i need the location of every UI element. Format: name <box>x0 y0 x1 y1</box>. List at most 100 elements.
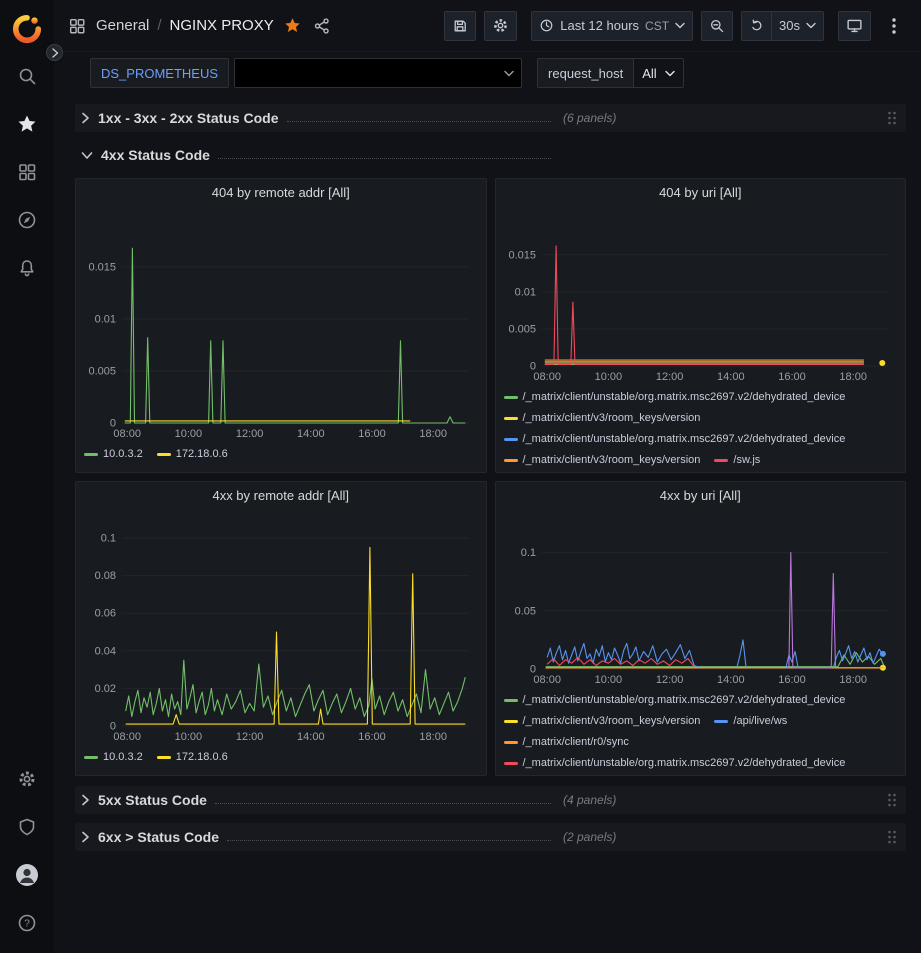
sidebar-item-server-admin[interactable] <box>0 803 54 851</box>
row-title: 1xx - 3xx - 2xx Status Code <box>98 110 279 126</box>
svg-text:0.005: 0.005 <box>508 323 536 335</box>
panel-title[interactable]: 4xx by uri [All] <box>504 482 898 510</box>
drag-handle-icon[interactable] <box>884 827 900 847</box>
drag-handle-icon[interactable] <box>884 790 900 810</box>
legend-item[interactable]: /_matrix/client/unstable/org.matrix.msc2… <box>504 388 846 406</box>
star-icon <box>17 114 37 134</box>
monitor-icon <box>846 17 863 34</box>
time-range-label: Last 12 hours <box>560 18 639 33</box>
topbar-actions: Last 12 hours CST 30s <box>436 11 909 41</box>
legend-series-color <box>714 459 728 462</box>
svg-text:16:00: 16:00 <box>778 371 806 383</box>
legend-item[interactable]: /_matrix/client/r0/sync <box>504 733 629 751</box>
datasource-variable-link[interactable]: DS_PROMETHEUS <box>90 58 229 88</box>
svg-text:08:00: 08:00 <box>533 674 561 686</box>
grafana-logo-icon[interactable] <box>12 6 42 52</box>
kebab-menu-icon[interactable] <box>879 11 909 41</box>
dashboards-grid-icon <box>17 162 37 182</box>
sidebar-item-dashboards[interactable] <box>0 148 54 196</box>
time-range-picker[interactable]: Last 12 hours CST <box>531 11 693 41</box>
drag-handle-icon[interactable] <box>884 108 900 128</box>
share-icon[interactable] <box>313 17 331 35</box>
chevron-right-icon <box>81 112 90 124</box>
panel-title[interactable]: 404 by remote addr [All] <box>84 179 478 207</box>
request-host-variable-dropdown[interactable]: All <box>633 58 683 88</box>
svg-text:08:00: 08:00 <box>533 371 561 383</box>
legend-series-color <box>504 741 518 744</box>
save-icon <box>452 18 468 34</box>
sidebar-item-starred[interactable] <box>0 100 54 148</box>
favorite-star-icon[interactable] <box>284 17 301 34</box>
svg-text:0.02: 0.02 <box>95 683 116 695</box>
apps-grid-icon[interactable] <box>68 17 86 35</box>
panel-grid: 404 by remote addr [All] 00.0050.010.015… <box>75 178 906 776</box>
row-header-1xx[interactable]: 1xx - 3xx - 2xx Status Code (6 panels) <box>75 104 906 132</box>
legend-item[interactable]: /_matrix/client/v3/room_keys/version <box>504 712 701 730</box>
legend-series-name: /_matrix/client/v3/room_keys/version <box>523 712 701 730</box>
legend-item[interactable]: 10.0.3.2 <box>84 748 143 766</box>
legend-item[interactable]: /_matrix/client/unstable/org.matrix.msc2… <box>504 754 846 772</box>
timeseries-chart[interactable]: 00.0050.010.01508:0010:0012:0014:0016:00… <box>84 209 479 441</box>
refresh-button[interactable] <box>741 11 772 41</box>
svg-text:0.015: 0.015 <box>88 261 116 273</box>
legend-item[interactable]: 172.18.0.6 <box>157 748 228 766</box>
legend-series-color <box>504 762 518 765</box>
row-panel-count: (6 panels) <box>563 111 616 125</box>
svg-text:18:00: 18:00 <box>839 371 867 383</box>
svg-text:12:00: 12:00 <box>236 731 264 743</box>
timeseries-chart[interactable]: 00.0050.010.01508:0010:0012:0014:0016:00… <box>504 209 899 384</box>
cycle-view-button[interactable] <box>838 11 871 41</box>
chevron-right-icon <box>81 831 90 843</box>
panel-legend: 10.0.3.2 172.18.0.6 <box>84 441 478 463</box>
legend-series-color <box>714 720 728 723</box>
row-header-5xx[interactable]: 5xx Status Code (4 panels) <box>75 786 906 814</box>
panel-legend: /_matrix/client/unstable/org.matrix.msc2… <box>504 384 898 469</box>
sidebar-item-search[interactable] <box>0 52 54 100</box>
legend-item[interactable]: /_matrix/client/v3/room_keys/version <box>504 409 701 427</box>
zoom-out-icon <box>709 18 725 34</box>
datasource-variable-value-dropdown[interactable] <box>234 58 522 88</box>
sidebar-item-alerting[interactable] <box>0 244 54 292</box>
legend-item[interactable]: /_matrix/client/unstable/org.matrix.msc2… <box>504 430 846 448</box>
legend-series-color <box>84 756 98 759</box>
refresh-interval-dropdown[interactable]: 30s <box>771 11 824 41</box>
legend-item[interactable]: 10.0.3.2 <box>84 445 143 463</box>
sidebar-item-help[interactable]: ? <box>0 899 54 947</box>
svg-text:14:00: 14:00 <box>297 731 325 743</box>
row-title: 5xx Status Code <box>98 792 207 808</box>
dashboard-title[interactable]: NGINX PROXY <box>170 17 274 34</box>
svg-text:10:00: 10:00 <box>594 674 622 686</box>
timeseries-chart[interactable]: 00.050.108:0010:0012:0014:0016:0018:00 <box>504 512 899 687</box>
legend-series-name: /_matrix/client/r0/sync <box>523 733 629 751</box>
dashboard-settings-button[interactable] <box>484 11 517 41</box>
chevron-down-icon <box>806 22 816 29</box>
sidebar-item-explore[interactable] <box>0 196 54 244</box>
panel-legend: /_matrix/client/unstable/org.matrix.msc2… <box>504 687 898 772</box>
svg-text:10:00: 10:00 <box>175 731 203 743</box>
legend-item[interactable]: /sw.js <box>714 451 760 469</box>
legend-series-name: /_matrix/client/unstable/org.matrix.msc2… <box>523 430 846 448</box>
zoom-out-button[interactable] <box>701 11 733 41</box>
legend-item[interactable]: 172.18.0.6 <box>157 445 228 463</box>
user-avatar[interactable] <box>0 851 54 899</box>
sidebar-collapse-button[interactable] <box>46 44 63 61</box>
redacted-variable-value <box>235 59 497 87</box>
breadcrumb-separator: / <box>157 17 161 34</box>
legend-item[interactable]: /_matrix/client/unstable/org.matrix.msc2… <box>504 691 846 709</box>
breadcrumb: General / NGINX PROXY <box>96 17 274 34</box>
legend-item[interactable]: /api/live/ws <box>714 712 787 730</box>
breadcrumb-section[interactable]: General <box>96 17 149 34</box>
row-header-4xx[interactable]: 4xx Status Code <box>75 141 906 169</box>
legend-series-name: /sw.js <box>733 451 760 469</box>
save-dashboard-button[interactable] <box>444 11 476 41</box>
panel-title[interactable]: 404 by uri [All] <box>504 179 898 207</box>
row-header-6xx[interactable]: 6xx > Status Code (2 panels) <box>75 823 906 851</box>
panel-title[interactable]: 4xx by remote addr [All] <box>84 482 478 510</box>
svg-text:10:00: 10:00 <box>594 371 622 383</box>
timeseries-chart[interactable]: 00.020.040.060.080.108:0010:0012:0014:00… <box>84 512 479 744</box>
legend-series-color <box>504 720 518 723</box>
legend-item[interactable]: /_matrix/client/v3/room_keys/version <box>504 451 701 469</box>
sidebar-item-settings[interactable] <box>0 755 54 803</box>
svg-text:0.06: 0.06 <box>95 608 116 620</box>
svg-text:0.01: 0.01 <box>95 314 116 326</box>
